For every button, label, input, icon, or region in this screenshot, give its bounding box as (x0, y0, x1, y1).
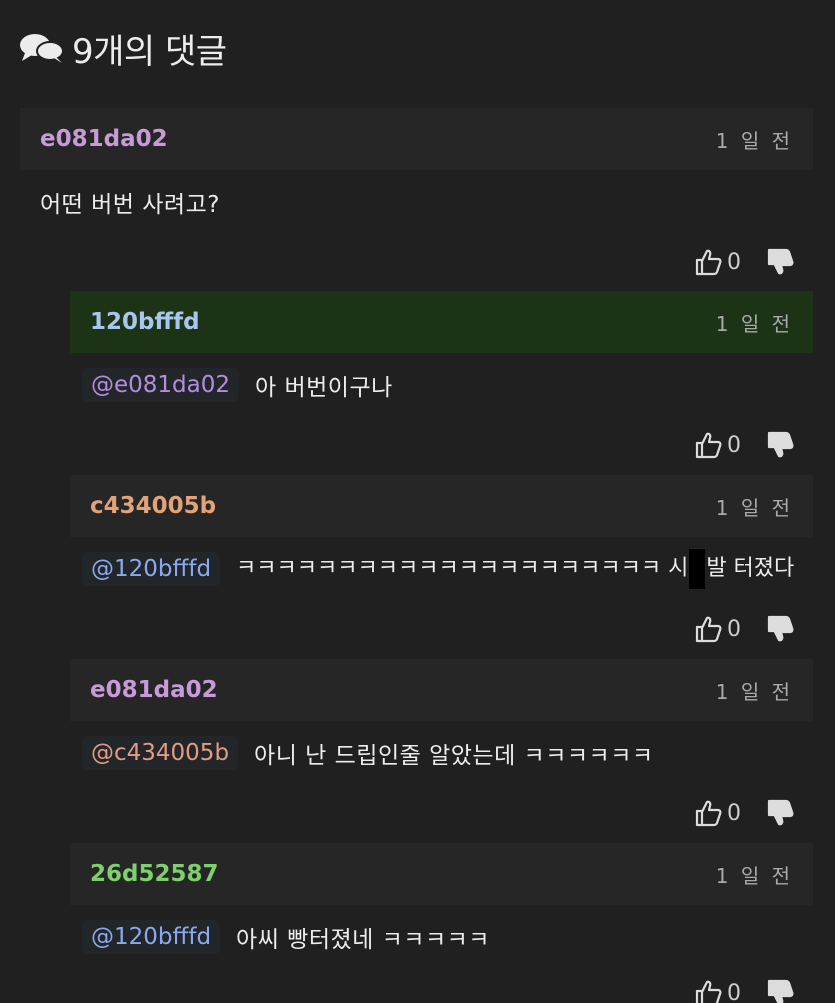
comment-header: c434005b 1 일 전 (70, 475, 813, 537)
dislike-button[interactable] (765, 798, 795, 828)
comment-header: e081da02 1 일 전 (20, 108, 813, 170)
comment-author[interactable]: c434005b (90, 493, 216, 519)
like-count: 0 (727, 432, 741, 458)
thumbs-down-icon (767, 615, 794, 642)
thumbs-down-icon (767, 799, 794, 826)
thumbs-up-icon (695, 980, 722, 1003)
comment-author[interactable]: e081da02 (40, 126, 168, 152)
vote-bar: 0 (70, 417, 813, 473)
comment-text-part: ㅋㅋㅋㅋㅋㅋㅋㅋㅋㅋㅋㅋㅋㅋㅋㅋㅋㅋㅋㅋㅋ 시 (236, 556, 689, 581)
comment-text: 아 버번이구나 (255, 375, 393, 401)
like-count: 0 (727, 980, 741, 1003)
comment-time: 1 일 전 (715, 679, 793, 704)
dislike-button[interactable] (765, 430, 795, 460)
comment-body: 어떤 버번 사려고? (20, 170, 813, 234)
thumbs-down-icon (767, 979, 794, 1003)
like-button[interactable]: 0 (693, 247, 765, 277)
reply-item: e081da02 1 일 전 @c434005b 아니 난 드립인줄 알았는데 … (70, 659, 813, 841)
comment-text: 아니 난 드립인줄 알았는데 ㅋㅋㅋㅋㅋㅋ (254, 743, 654, 769)
like-count: 0 (727, 249, 741, 275)
mention-tag[interactable]: @e081da02 (82, 368, 240, 402)
thumbs-down-icon (767, 248, 794, 275)
comment-author[interactable]: e081da02 (90, 677, 218, 703)
dislike-button[interactable] (765, 614, 795, 644)
vote-bar: 0 (70, 601, 813, 657)
mention-tag[interactable]: @120bfffd (82, 552, 221, 586)
thumbs-down-icon (767, 431, 794, 458)
comment-header: 26d52587 1 일 전 (70, 843, 813, 905)
like-button[interactable]: 0 (693, 978, 765, 1003)
comment-header: 120bfffd 1 일 전 (70, 291, 813, 353)
comment-time: 1 일 전 (715, 863, 793, 888)
dislike-button[interactable] (765, 247, 795, 277)
comments-header: 9개의 댓글 (18, 26, 227, 72)
thumbs-up-icon (695, 249, 722, 276)
like-count: 0 (727, 616, 741, 642)
comment-body: @c434005b 아니 난 드립인줄 알았는데 ㅋㅋㅋㅋㅋㅋ (70, 721, 813, 785)
vote-bar: 0 (70, 785, 813, 841)
vote-bar: 0 (70, 969, 813, 1003)
comment-text-part: 발 터졌다 (706, 556, 795, 581)
mention-tag[interactable]: @c434005b (82, 736, 239, 770)
like-button[interactable]: 0 (693, 430, 765, 460)
comment-time: 1 일 전 (715, 128, 793, 153)
like-count: 0 (727, 800, 741, 826)
thumbs-up-icon (695, 432, 722, 459)
dislike-button[interactable] (765, 978, 795, 1003)
thumbs-up-icon (695, 800, 722, 827)
comment-time: 1 일 전 (715, 495, 793, 520)
censor-block (689, 549, 706, 589)
thumbs-up-icon (695, 616, 722, 643)
reply-item: c434005b 1 일 전 @120bfffd ㅋㅋㅋㅋㅋㅋㅋㅋㅋㅋㅋㅋㅋㅋㅋ… (70, 475, 813, 657)
like-button[interactable]: 0 (693, 798, 765, 828)
comment-body: @e081da02 아 버번이구나 (70, 353, 813, 417)
comment-body: @120bfffd 아씨 빵터졌네 ㅋㅋㅋㅋㅋ (70, 905, 813, 969)
comment-header: e081da02 1 일 전 (70, 659, 813, 721)
comment-author[interactable]: 26d52587 (90, 861, 219, 887)
comment-text: 아씨 빵터졌네 ㅋㅋㅋㅋㅋ (236, 927, 490, 953)
comment-count-title: 9개의 댓글 (72, 31, 227, 72)
comment-time: 1 일 전 (715, 311, 793, 336)
mention-tag[interactable]: @120bfffd (82, 920, 221, 954)
comment-item: e081da02 1 일 전 어떤 버번 사려고? 0 (20, 108, 813, 290)
vote-bar: 0 (20, 234, 813, 290)
reply-item: 120bfffd 1 일 전 @e081da02 아 버번이구나 0 (70, 291, 813, 473)
comment-author[interactable]: 120bfffd (90, 309, 200, 335)
comment-text: 어떤 버번 사려고? (40, 192, 220, 218)
comment-text: ㅋㅋㅋㅋㅋㅋㅋㅋㅋㅋㅋㅋㅋㅋㅋㅋㅋㅋㅋㅋㅋ 시 발 터졌다 (236, 549, 794, 589)
chat-bubbles-icon (20, 34, 64, 63)
like-button[interactable]: 0 (693, 614, 765, 644)
reply-item: 26d52587 1 일 전 @120bfffd 아씨 빵터졌네 ㅋㅋㅋㅋㅋ 0 (70, 843, 813, 1003)
comment-body: @120bfffd ㅋㅋㅋㅋㅋㅋㅋㅋㅋㅋㅋㅋㅋㅋㅋㅋㅋㅋㅋㅋㅋ 시 발 터졌다 (70, 537, 813, 601)
